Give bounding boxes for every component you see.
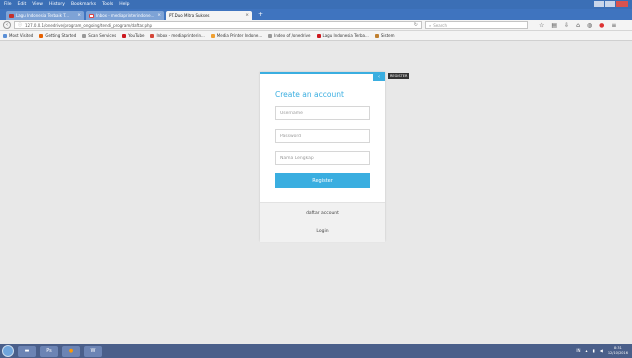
close-window-button[interactable] (616, 1, 628, 7)
menu-edit[interactable]: Edit (18, 2, 27, 7)
bookmarks-toolbar: Most Visited Getting Started Scan Services… (0, 31, 632, 41)
bookmark-star-icon[interactable]: ☆ (539, 22, 544, 29)
bookmark-label: YouTube (128, 33, 145, 38)
card-footer: daftar account Login (260, 202, 385, 242)
close-tab-icon[interactable]: × (245, 13, 249, 18)
tab-label: PT.Duo Mitra Sukses (169, 13, 210, 18)
new-tab-button[interactable]: + (258, 11, 263, 18)
bookmark-label: Inbox - mediaprinterin... (156, 33, 205, 38)
bookmark-icon (39, 33, 44, 38)
menu-file[interactable]: File (4, 2, 12, 7)
firefox-icon: ● (68, 348, 74, 354)
bookmark-label: Lagu Indonesia Terba... (322, 33, 369, 38)
back-button[interactable]: ‹ (3, 21, 11, 29)
minimize-button[interactable] (594, 1, 604, 7)
bookmark-icon (268, 33, 273, 38)
register-button[interactable]: Register (275, 173, 370, 188)
bookmark-label: Media Printer Indone... (216, 33, 263, 38)
photoshop-taskbar-button[interactable]: Ps (40, 345, 58, 357)
volume-icon[interactable]: ◀ (600, 348, 603, 353)
bookmark-item[interactable]: Getting Started (39, 33, 76, 38)
tab-youtube[interactable]: Lagu Indonesia Terbaik T... × (6, 11, 84, 20)
tab-gmail[interactable]: Inbox - mediaprinterindone... × (86, 11, 164, 20)
bookmark-item[interactable]: Inbox - mediaprinterin... (150, 33, 205, 38)
reload-icon[interactable]: ↻ (414, 22, 418, 28)
tray-arrow-icon[interactable]: ▴ (586, 348, 588, 353)
bookmark-icon (150, 33, 155, 38)
bookmark-icon (210, 33, 215, 38)
explorer-taskbar-button[interactable]: ▬ (18, 345, 36, 357)
bookmark-label: Sistem (380, 33, 395, 38)
folder-icon: ▬ (24, 348, 30, 354)
system-tray: IN ▴ ▮ ◀ 8:31 12/10/2016 (576, 346, 628, 355)
daftar-account-link[interactable]: daftar account (260, 211, 385, 216)
side-toggle-button[interactable]: ‹ (373, 72, 385, 81)
addon-icon[interactable]: ● (599, 22, 604, 29)
start-button[interactable] (2, 345, 14, 357)
username-input[interactable] (275, 106, 370, 120)
bookmark-item[interactable]: YouTube (122, 33, 144, 38)
login-link[interactable]: Login (260, 229, 385, 234)
youtube-icon (9, 13, 14, 18)
bookmark-item[interactable]: Most Visited (3, 33, 33, 38)
network-icon[interactable]: ▮ (593, 348, 595, 353)
url-text: 127.0.0.1/onedrive/program_ongoing/tendi… (25, 22, 153, 28)
hamburger-menu-icon[interactable]: ≡ (611, 22, 616, 29)
pocket-icon[interactable]: ◍ (587, 22, 592, 29)
info-icon[interactable]: ⓘ (18, 22, 22, 28)
close-tab-icon[interactable]: × (77, 13, 81, 18)
tab-duo-mitra[interactable]: PT.Duo Mitra Sukses × (166, 11, 252, 20)
bookmark-item[interactable]: Sistem (374, 33, 395, 38)
clock-date: 12/10/2016 (607, 350, 628, 355)
menu-view[interactable]: View (32, 2, 43, 7)
password-input[interactable] (275, 129, 370, 143)
full-name-input[interactable] (275, 151, 370, 165)
bookmark-icon (122, 33, 127, 38)
bookmark-label: Getting Started (45, 33, 77, 38)
clock[interactable]: 8:31 12/10/2016 (608, 346, 628, 355)
chevron-left-icon: ‹ (378, 73, 380, 80)
download-icon[interactable]: ⇩ (564, 22, 569, 29)
bookmark-label: Scan Services (88, 33, 117, 38)
bookmark-icon (374, 33, 379, 38)
toolbar-icons: ☆ ▤ ⇩ ⌂ ◍ ● ≡ (539, 22, 616, 29)
navigation-bar: ‹ ⓘ 127.0.0.1/onedrive/program_ongoing/t… (0, 20, 632, 31)
word-taskbar-button[interactable]: W (84, 345, 102, 357)
bookmark-label: Index of /onedrive (274, 33, 311, 38)
menu-bar: File Edit View History Bookmarks Tools H… (0, 0, 632, 9)
search-icon: ⌕ (429, 22, 432, 28)
gmail-icon (89, 13, 94, 18)
firefox-taskbar-button[interactable]: ● (62, 345, 80, 357)
maximize-button[interactable] (605, 1, 615, 7)
bookmark-label: Most Visited (9, 33, 34, 38)
bookmark-item[interactable]: Index of /onedrive (268, 33, 311, 38)
menu-help[interactable]: Help (119, 2, 129, 7)
language-indicator[interactable]: IN (576, 348, 580, 353)
search-input[interactable]: ⌕ Search (425, 21, 528, 29)
bookmark-item[interactable]: Lagu Indonesia Terba... (316, 33, 369, 38)
register-card: Create an account Register daftar accoun… (260, 72, 385, 242)
window-controls (594, 1, 628, 7)
url-bar[interactable]: ⓘ 127.0.0.1/onedrive/program_ongoing/ten… (14, 21, 422, 29)
taskbar: ▬ Ps ● W IN ▴ ▮ ◀ 8:31 12/10/2016 (0, 344, 632, 358)
menu-bookmarks[interactable]: Bookmarks (71, 2, 96, 7)
tab-label: Lagu Indonesia Terbaik T... (16, 13, 69, 18)
search-placeholder: Search (433, 22, 447, 28)
bookmark-item[interactable]: Media Printer Indone... (210, 33, 263, 38)
bookmark-item[interactable]: Scan Services (82, 33, 116, 38)
register-tooltip: REGISTER (388, 73, 410, 79)
menu-tools[interactable]: Tools (102, 2, 113, 7)
menu-history[interactable]: History (49, 2, 65, 7)
bookmark-icon (3, 33, 7, 38)
library-icon[interactable]: ▤ (551, 22, 557, 29)
close-tab-icon[interactable]: × (157, 13, 161, 18)
tab-label: Inbox - mediaprinterindone... (96, 13, 155, 18)
tab-bar: Lagu Indonesia Terbaik T... × Inbox - me… (0, 9, 632, 20)
home-icon[interactable]: ⌂ (576, 22, 580, 29)
bookmark-icon (82, 33, 87, 38)
bookmark-icon (316, 33, 321, 38)
form-title: Create an account (275, 90, 344, 99)
